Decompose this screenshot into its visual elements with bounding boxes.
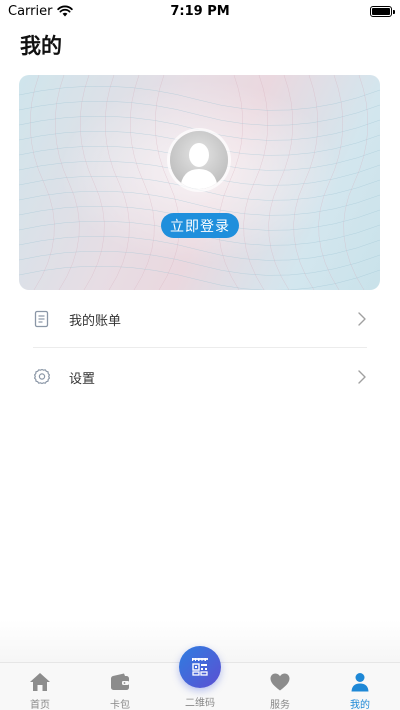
menu-item-bill[interactable]: 我的账单 [33, 290, 367, 348]
tab-label: 我的 [350, 700, 370, 710]
battery-icon [370, 5, 395, 17]
tab-label: 卡包 [110, 700, 130, 710]
tab-home[interactable]: 首页 [0, 663, 80, 710]
tab-label-qr[interactable]: 二维码 [160, 694, 240, 709]
heart-icon [269, 671, 291, 693]
tab-service[interactable]: 服务 [240, 663, 320, 710]
menu-item-settings[interactable]: 设置 [33, 348, 367, 406]
wifi-icon [57, 5, 74, 17]
tab-label: 服务 [270, 700, 290, 710]
tab-label: 首页 [30, 700, 50, 710]
tab-mine[interactable]: 我的 [320, 663, 400, 710]
qr-code-icon [192, 658, 208, 676]
wallet-icon [109, 671, 131, 693]
chevron-right-icon [358, 312, 366, 326]
qr-code-button[interactable] [179, 646, 221, 688]
chevron-right-icon [358, 370, 366, 384]
menu-item-label: 我的账单 [69, 313, 122, 329]
tab-wallet[interactable]: 卡包 [80, 663, 160, 710]
home-icon [29, 671, 51, 693]
status-left: Carrier [8, 3, 74, 19]
login-card: 立即登录 [19, 75, 380, 290]
bill-icon [33, 310, 51, 328]
person-icon [349, 671, 371, 693]
menu-item-label: 设置 [69, 371, 96, 387]
avatar[interactable] [170, 131, 228, 189]
default-avatar-icon [180, 143, 218, 189]
login-button[interactable]: 立即登录 [161, 213, 239, 238]
settings-gear-icon [33, 368, 51, 386]
page-title: 我的 [20, 34, 62, 58]
status-bar: Carrier 7:19 PM [0, 0, 400, 22]
screen: Carrier 7:19 PM 我的 立即登录 我的账单 设置 首页 卡包 服务… [0, 0, 400, 710]
carrier-label: Carrier [8, 3, 53, 19]
